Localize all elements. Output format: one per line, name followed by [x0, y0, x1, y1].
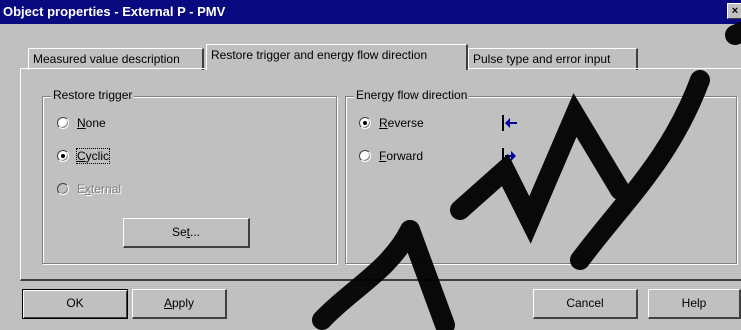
- tab-measured-value-description[interactable]: Measured value description: [28, 48, 204, 70]
- tab-label: Pulse type and error input: [473, 52, 611, 66]
- radio-label: Reverse: [379, 116, 424, 130]
- radio-button[interactable]: [57, 117, 69, 129]
- radio-button[interactable]: [359, 117, 371, 129]
- cancel-button[interactable]: Cancel: [533, 289, 638, 319]
- tab-restore-trigger[interactable]: Restore trigger and energy flow directio…: [206, 44, 468, 70]
- radio-forward[interactable]: Forward: [359, 149, 423, 163]
- radio-label: Forward: [379, 149, 424, 163]
- radio-button[interactable]: [57, 183, 69, 195]
- window-title: Object properties - External P - PMV: [3, 4, 226, 19]
- tab-pulse-type[interactable]: Pulse type and error input: [468, 48, 638, 70]
- arrow-right-icon: [502, 148, 516, 164]
- help-button[interactable]: Help: [648, 289, 741, 319]
- radio-external[interactable]: External: [57, 182, 121, 196]
- radio-label: None: [77, 116, 106, 130]
- tab-label: Measured value description: [33, 52, 180, 66]
- radio-label: Cyclic: [75, 148, 111, 164]
- set-button[interactable]: Set...: [123, 218, 250, 248]
- group-legend: Energy flow direction: [354, 88, 470, 102]
- apply-button[interactable]: Apply: [132, 289, 227, 319]
- close-button[interactable]: ×: [727, 3, 741, 19]
- radio-button[interactable]: [57, 150, 69, 162]
- radio-reverse[interactable]: Reverse: [359, 116, 424, 130]
- radio-cyclic[interactable]: Cyclic: [57, 148, 111, 164]
- radio-label: External: [77, 182, 122, 196]
- tab-label: Restore trigger and energy flow directio…: [211, 48, 428, 62]
- radio-none[interactable]: None: [57, 116, 106, 130]
- radio-button[interactable]: [359, 150, 371, 162]
- ok-button[interactable]: OK: [22, 289, 128, 319]
- title-bar: Object properties - External P - PMV ×: [0, 0, 741, 24]
- arrow-left-icon: [502, 115, 517, 131]
- group-legend: Restore trigger: [51, 88, 135, 102]
